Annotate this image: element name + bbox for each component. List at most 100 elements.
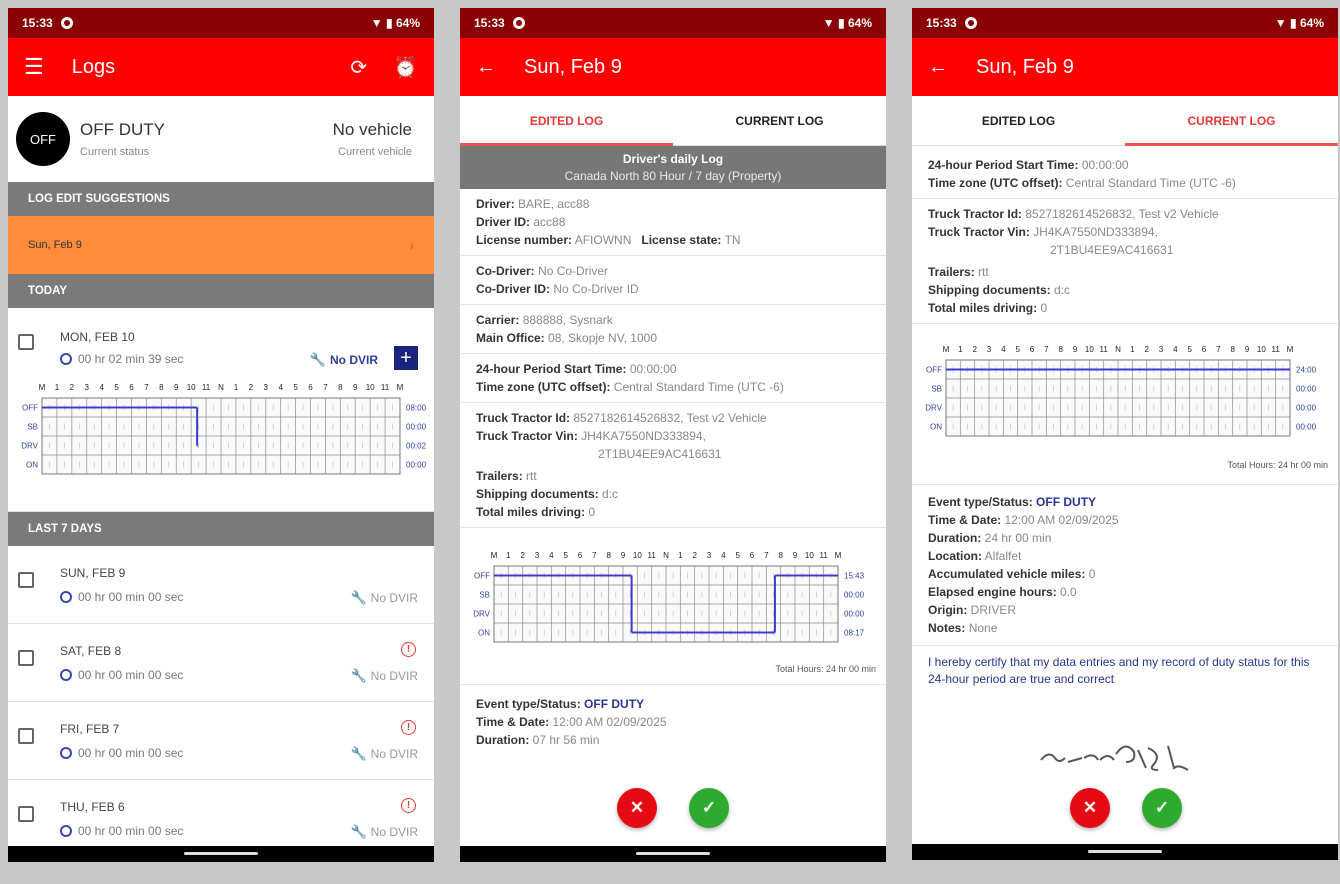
graph-hour-label: 1 [234,383,239,392]
app-bar: ← Sun, Feb 9 [912,38,1338,96]
accept-button[interactable]: ✓ [689,788,729,828]
wrench-icon: 🔧 [350,824,367,839]
driver-id-value: acc88 [533,215,566,229]
wifi-icon: ▼ [370,16,383,30]
graph-hour-label: 10 [1085,345,1094,354]
shipping-label: Shipping documents: [928,283,1051,297]
license-value: AFIOWNN [574,233,632,247]
event-type-value: OFF DUTY [584,697,645,711]
graph-hour-label: 7 [1044,345,1049,354]
origin-value: DRIVER [970,603,1017,617]
reject-button[interactable]: ✕ [1070,788,1110,828]
graph-hour-label: M [397,383,404,392]
warning-icon[interactable]: ! [401,798,416,813]
graph-row-label: OFF [474,572,490,581]
dvir-link[interactable]: 🔧 No DVIR [350,668,418,684]
graph-hour-label: M [835,551,842,560]
warning-icon[interactable]: ! [401,642,416,657]
back-arrow-icon[interactable]: ← [928,56,948,79]
shipping-value: d:c [602,487,619,501]
day-log-item[interactable]: SUN, FEB 9 00 hr 00 min 00 sec 🔧 No DVIR [8,546,434,624]
signature [1040,745,1189,771]
event-type-label: Event type/Status: [928,495,1033,509]
wifi-icon: ▼ [822,16,835,30]
dvir-link[interactable]: 🔧 No DVIR [350,824,418,840]
graph-row-label: DRV [925,404,942,413]
graph-hour-label: 7 [1216,345,1221,354]
dvir-link[interactable]: 🔧 No DVIR [350,590,418,606]
wrench-icon: 🔧 [350,746,367,761]
graph-hour-label: 4 [99,383,104,392]
duty-graph: M 1 2 3 4 5 6 7 8 9 10 11 N 1 2 3 4 5 6 7 8 9 10 11 MOFFSBDRVON2… [925,345,1317,437]
reject-button[interactable]: ✕ [617,788,657,828]
miles-value: 0 [588,505,596,519]
graph-hour-label: 6 [1202,345,1207,354]
back-arrow-icon[interactable]: ← [476,56,496,79]
graph-hour-label: 8 [1058,345,1063,354]
home-indicator[interactable] [636,852,710,855]
event-date-label: Time & Date: [476,715,550,729]
graph-row-total: 15:43 [844,572,865,581]
engine-hours-label: Elapsed engine hours: [928,585,1057,599]
dvir-link[interactable]: 🔧 No DVIR [310,352,378,368]
miles-label: Total miles driving: [928,301,1038,315]
today-date: MON, FEB 10 [60,330,135,344]
app-notification-icon [60,17,73,29]
tab-current-log[interactable]: CURRENT LOG [673,96,886,145]
tab-edited-log[interactable]: EDITED LOG [460,96,673,146]
suggestion-item[interactable]: Sun, Feb 9 › [8,216,434,274]
event-info: Event type/Status: OFF DUTY Time & Date:… [912,484,1338,645]
menu-icon[interactable]: ☰ [24,54,44,80]
graph-hour-label: 4 [721,551,726,560]
tab-edited-log[interactable]: EDITED LOG [912,96,1125,145]
event-type-label: Event type/Status: [476,697,581,711]
current-log-screen: 15:33 ▼ ▮ 64% ← Sun, Feb 9 EDITED LOG CU… [912,8,1338,860]
day-duration-row: 00 hr 00 min 00 sec [60,824,183,838]
day-checkbox[interactable] [18,728,34,744]
clock-icon [60,591,72,603]
period-start-value: 00:00:00 [629,362,677,376]
vehicle-label[interactable]: No vehicle [333,120,412,140]
app-bar: ← Sun, Feb 9 [460,38,886,96]
day-checkbox[interactable] [18,806,34,822]
day-log-item[interactable]: SAT, FEB 8 00 hr 00 min 00 sec! 🔧 No DVIR [8,624,434,702]
graph-hour-label: 10 [805,551,814,560]
graph-hour-label: 7 [764,551,769,560]
dvir-link[interactable]: 🔧 No DVIR [350,746,418,762]
notes-label: Notes: [928,621,966,635]
nav-bar [912,844,1338,860]
close-icon: ✕ [629,798,645,817]
day-checkbox[interactable] [18,650,34,666]
today-checkbox[interactable] [18,334,34,350]
accept-button[interactable]: ✓ [1142,788,1182,828]
graph-hour-label: 6 [308,383,313,392]
day-log-item[interactable]: FRI, FEB 7 00 hr 00 min 00 sec! 🔧 No DVIR [8,702,434,780]
truck-vin-label: Truck Tractor Vin: [476,429,578,443]
acc-miles-value: 0 [1088,567,1096,581]
sync-icon[interactable]: ⟳ [350,55,367,80]
graph-hour-label: 11 [820,551,829,560]
graph-hour-label: 11 [202,383,211,392]
tab-current-log[interactable]: CURRENT LOG [1125,96,1338,146]
dvir-label: No DVIR [370,669,418,683]
alarm-icon[interactable]: ⏰ [393,55,418,80]
codriver-label: Co-Driver: [476,264,535,278]
warning-icon[interactable]: ! [401,720,416,735]
vehicle-caption: Current vehicle [338,146,412,158]
graph-hour-label: M [39,383,46,392]
day-checkbox[interactable] [18,572,34,588]
duty-status-badge[interactable]: OFF [16,112,70,166]
add-dvir-button[interactable]: + [394,346,418,370]
period-info: 24-hour Period Start Time: 00:00:00 Time… [460,354,886,403]
driver-id-label: Driver ID: [476,215,531,229]
origin-label: Origin: [928,603,968,617]
home-indicator[interactable] [184,852,258,855]
current-status-row: OFF OFF DUTY Current status No vehicle C… [8,96,434,182]
battery-icon: ▮ [1290,16,1297,30]
trailers-value: rtt [978,265,989,279]
license-state-value: TN [724,233,741,247]
home-indicator[interactable] [1088,850,1162,853]
graph-row-total: 00:00 [1296,423,1317,432]
today-log-item[interactable]: MON, FEB 10 00 hr 02 min 39 sec 🔧 No DVIR… [8,308,434,512]
total-hours: Total Hours: 24 hr 00 min [775,664,876,674]
